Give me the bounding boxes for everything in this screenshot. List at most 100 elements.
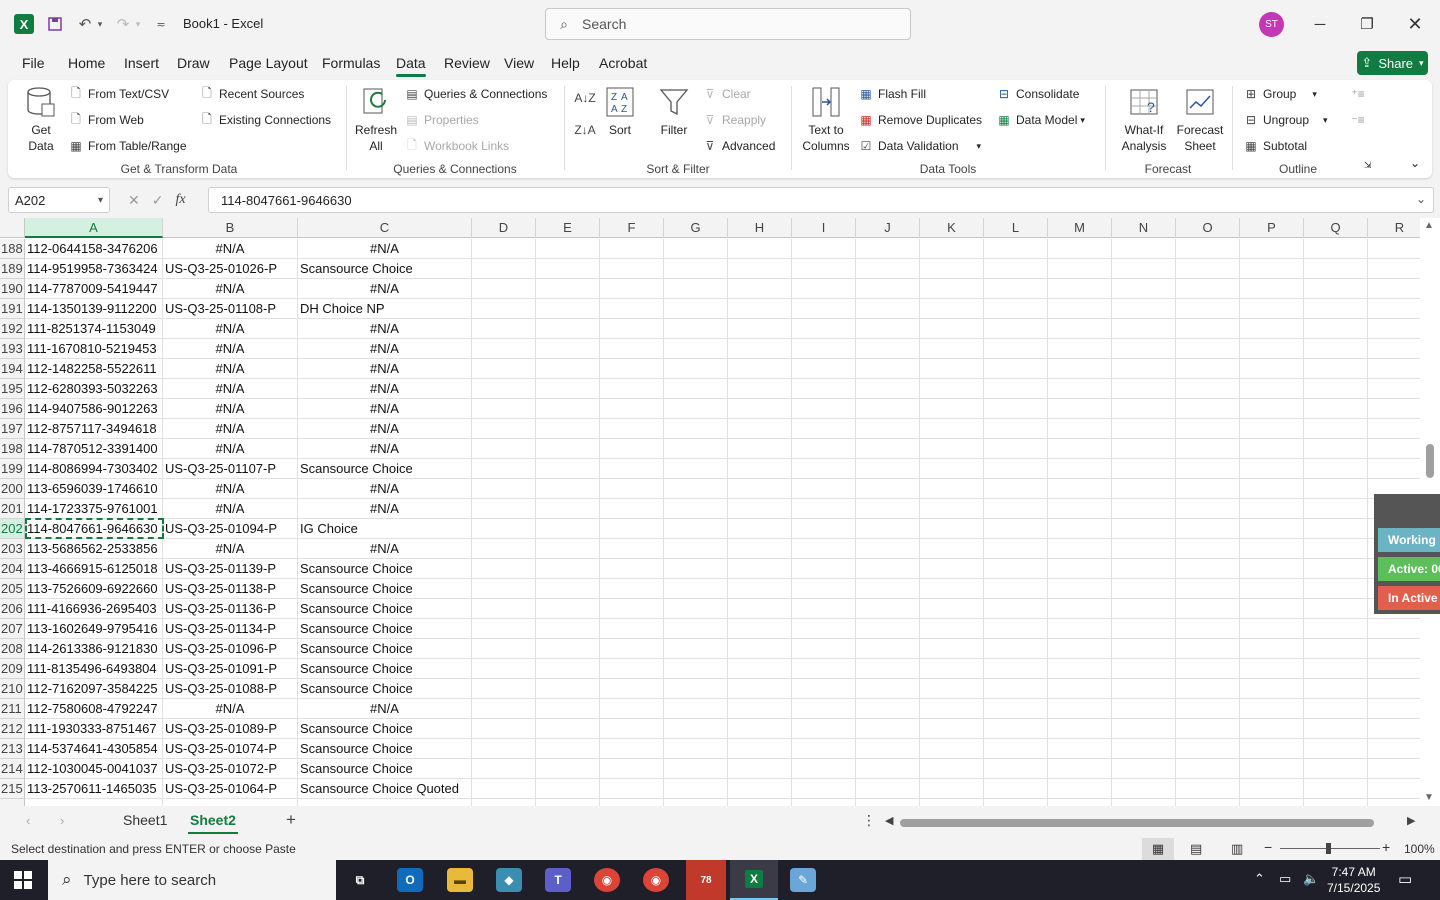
column-header-p[interactable]: P	[1240, 218, 1304, 238]
cell-a[interactable]: 111-4166936-2695403	[25, 599, 163, 619]
cell-l[interactable]	[984, 339, 1048, 359]
cell-m[interactable]	[1048, 639, 1112, 659]
more-options-icon[interactable]: ⋮	[862, 812, 876, 829]
cell-e[interactable]	[536, 399, 600, 419]
cell-b[interactable]: #N/A	[163, 539, 298, 559]
cell-c[interactable]: Scansource Choice	[298, 679, 472, 699]
cell-n[interactable]	[1112, 699, 1176, 719]
workbook-links-button[interactable]: 🗋 Workbook Links	[404, 138, 509, 154]
cell-i[interactable]	[792, 619, 856, 639]
cell-h[interactable]	[728, 339, 792, 359]
cell-a[interactable]: 111-8135496-6493804	[25, 659, 163, 679]
cell-p[interactable]	[1240, 339, 1304, 359]
column-header-l[interactable]: L	[984, 218, 1048, 238]
cell-j[interactable]	[856, 339, 920, 359]
recent-sources-button[interactable]: 🗋 Recent Sources	[199, 86, 304, 102]
row-header[interactable]: 197	[0, 419, 25, 439]
cell-f[interactable]	[600, 799, 664, 806]
cell-a[interactable]: 114-5374641-4305854	[25, 739, 163, 759]
cell-r[interactable]	[1368, 799, 1420, 806]
consolidate-button[interactable]: ⊟ Consolidate	[996, 86, 1079, 102]
cell-r[interactable]	[1368, 759, 1420, 779]
cell-c[interactable]: #N/A	[298, 419, 472, 439]
zoho-icon[interactable]: 78	[686, 860, 726, 900]
save-icon[interactable]	[44, 12, 66, 36]
cell-d[interactable]	[472, 739, 536, 759]
clear-filter-button[interactable]: ⊽ Clear	[702, 86, 751, 102]
network-icon[interactable]: ▭	[1279, 871, 1291, 887]
cell-g[interactable]	[664, 439, 728, 459]
cell-j[interactable]	[856, 599, 920, 619]
tab-home[interactable]: Home	[68, 55, 105, 71]
cell-l[interactable]	[984, 499, 1048, 519]
cell-q[interactable]	[1304, 619, 1368, 639]
cell-q[interactable]	[1304, 599, 1368, 619]
cell-r[interactable]	[1368, 259, 1420, 279]
cell-b[interactable]: US-Q3-25-01136-P	[163, 599, 298, 619]
cell-m[interactable]	[1048, 719, 1112, 739]
cell-f[interactable]	[600, 619, 664, 639]
cell-m[interactable]	[1048, 499, 1112, 519]
cell-e[interactable]	[536, 359, 600, 379]
cell-c[interactable]	[298, 799, 472, 806]
cell-e[interactable]	[536, 239, 600, 259]
cell-c[interactable]: #N/A	[298, 479, 472, 499]
tab-draw[interactable]: Draw	[177, 55, 210, 71]
cell-c[interactable]: Scansource Choice	[298, 259, 472, 279]
cell-c[interactable]: Scansource Choice	[298, 719, 472, 739]
cell-i[interactable]	[792, 579, 856, 599]
cell-b[interactable]: #N/A	[163, 339, 298, 359]
cell-j[interactable]	[856, 699, 920, 719]
cell-b[interactable]: #N/A	[163, 499, 298, 519]
cell-g[interactable]	[664, 559, 728, 579]
cell-p[interactable]	[1240, 699, 1304, 719]
cell-q[interactable]	[1304, 439, 1368, 459]
cell-g[interactable]	[664, 759, 728, 779]
cell-d[interactable]	[472, 499, 536, 519]
cell-b[interactable]: US-Q3-25-01088-P	[163, 679, 298, 699]
worksheet-grid[interactable]: A B C D E F G H I J K L M N O P Q R 188 112-0644158-3476206…	[0, 218, 1420, 806]
cell-g[interactable]	[664, 779, 728, 799]
cell-f[interactable]	[600, 299, 664, 319]
cell-i[interactable]	[792, 379, 856, 399]
cell-g[interactable]	[664, 699, 728, 719]
row-header[interactable]: 198	[0, 439, 25, 459]
name-box[interactable]: A202 ▾	[8, 187, 110, 213]
cell-l[interactable]	[984, 599, 1048, 619]
cell-a[interactable]: 112-7580608-4792247	[25, 699, 163, 719]
cell-d[interactable]	[472, 359, 536, 379]
cell-h[interactable]	[728, 659, 792, 679]
cell-d[interactable]	[472, 259, 536, 279]
redo-icon[interactable]: ↷	[112, 12, 134, 36]
column-header-j[interactable]: J	[856, 218, 920, 238]
outline-dialog-launcher-icon[interactable]: ⇲	[1364, 160, 1372, 171]
cell-h[interactable]	[728, 799, 792, 806]
cell-a[interactable]: 113-2570611-1465035	[25, 779, 163, 799]
cell-g[interactable]	[664, 319, 728, 339]
cell-o[interactable]	[1176, 759, 1240, 779]
row-header[interactable]: 202	[0, 519, 25, 539]
row-header[interactable]	[0, 799, 25, 806]
cell-f[interactable]	[600, 259, 664, 279]
cell-d[interactable]	[472, 239, 536, 259]
existing-connections-button[interactable]: 🗋 Existing Connections	[199, 112, 331, 128]
cell-b[interactable]: #N/A	[163, 439, 298, 459]
cell-m[interactable]	[1048, 579, 1112, 599]
cell-f[interactable]	[600, 759, 664, 779]
cell-i[interactable]	[792, 479, 856, 499]
cell-k[interactable]	[920, 639, 984, 659]
cell-o[interactable]	[1176, 479, 1240, 499]
cell-j[interactable]	[856, 379, 920, 399]
cell-p[interactable]	[1240, 439, 1304, 459]
cell-r[interactable]	[1368, 659, 1420, 679]
cell-q[interactable]	[1304, 279, 1368, 299]
formula-input[interactable]: 114-8047661-9646630	[208, 187, 1434, 213]
cell-f[interactable]	[600, 419, 664, 439]
column-header-a[interactable]: A	[25, 218, 163, 238]
cell-f[interactable]	[600, 719, 664, 739]
cell-k[interactable]	[920, 559, 984, 579]
cell-d[interactable]	[472, 519, 536, 539]
what-if-analysis-button[interactable]: ? What-If Analysis	[1114, 86, 1174, 154]
cell-e[interactable]	[536, 499, 600, 519]
sheet-tab-sheet2[interactable]: Sheet2	[188, 812, 238, 834]
